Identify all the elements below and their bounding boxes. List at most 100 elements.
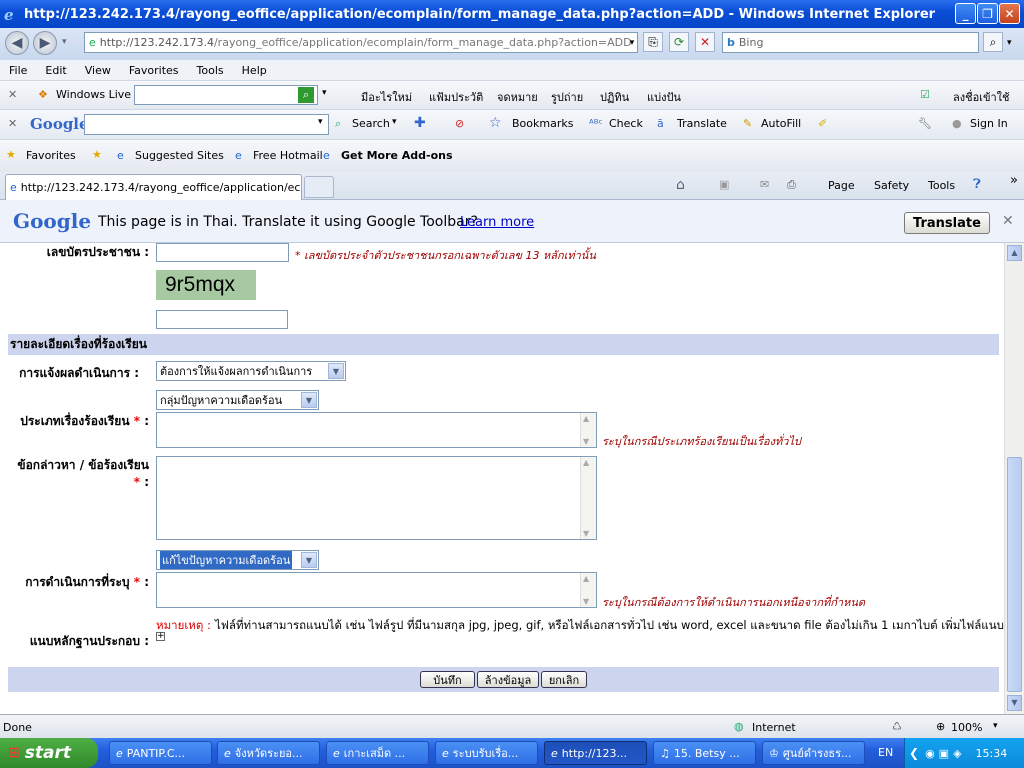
translate-toolbar-button[interactable]: Translate (677, 117, 727, 130)
search-input[interactable]: b Bing (722, 32, 979, 53)
wrench-icon[interactable]: 🔧︎ (918, 117, 932, 130)
menu-view[interactable]: View (76, 64, 120, 77)
textarea-scrollbar[interactable]: ▲ ▼ (580, 573, 596, 607)
chevron-more-icon[interactable]: » (1010, 173, 1018, 188)
print-icon[interactable]: ⎙ (787, 178, 796, 192)
zoom-dropdown-icon[interactable]: ▾ (993, 721, 998, 731)
check-button[interactable]: Check (609, 117, 643, 130)
task-pantip[interactable]: e PANTIP.C... (109, 741, 212, 765)
id-input[interactable] (156, 243, 289, 262)
fav-suggested-sites[interactable]: Suggested Sites (135, 149, 224, 162)
expand-attach-icon[interactable]: + (156, 632, 165, 641)
task-betsy[interactable]: ♫ 15. Betsy ... (653, 741, 756, 765)
menu-tools[interactable]: Tools (188, 64, 233, 77)
live-search-dropdown-icon[interactable]: ▾ (322, 88, 327, 98)
windows-live-brand[interactable]: Windows Live (56, 88, 131, 101)
search-options-icon[interactable]: ▾ (1007, 38, 1012, 48)
translate-button[interactable]: Translate (904, 212, 990, 234)
live-link-whatsnew[interactable]: มีอะไรใหม่ (361, 88, 412, 106)
scroll-up-icon[interactable]: ▲ (1007, 245, 1022, 261)
tray-expand-icon[interactable]: ❮ (909, 746, 919, 760)
learn-more-link[interactable]: Learn more (460, 215, 534, 230)
live-link-profile[interactable]: แฟ้มประวัติ (429, 88, 483, 106)
cancel-button[interactable]: ยกเลิก (541, 671, 587, 688)
new-tab-button[interactable] (304, 176, 334, 198)
notify-select[interactable]: ต้องการให้แจ้งผลการดำเนินการ ▼ (156, 361, 346, 381)
history-dropdown-icon[interactable]: ▾ (62, 37, 67, 47)
forward-button[interactable]: ▶ (33, 31, 57, 55)
language-indicator[interactable]: EN (878, 746, 893, 759)
tray-network-icon[interactable]: ▣ (939, 747, 949, 760)
mail-icon[interactable]: ✉ (760, 178, 769, 191)
textarea-scrollbar[interactable]: ▲ ▼ (580, 413, 596, 447)
compat-view-icon[interactable]: ⎘ (643, 32, 663, 52)
autofill-button[interactable]: AutoFill (761, 117, 801, 130)
close-button[interactable]: ✕ (999, 3, 1020, 24)
live-link-mail[interactable]: จดหมาย (497, 88, 538, 106)
protected-mode-icon[interactable]: ♺ (892, 720, 902, 733)
scroll-down-icon[interactable]: ▼ (1007, 695, 1022, 711)
restore-button[interactable]: ❐ (977, 3, 998, 24)
live-search-icon[interactable]: ⌕ (298, 87, 314, 103)
favorites-button[interactable]: Favorites (26, 149, 76, 162)
help-icon[interactable]: ❓︎ (973, 177, 981, 192)
google-search-dropdown-icon[interactable]: ▾ (318, 117, 323, 127)
tray-volume-icon[interactable]: ◈ (953, 747, 961, 760)
live-link-photos[interactable]: รูปถ่าย (551, 88, 583, 106)
live-link-calendar[interactable]: ปฏิทิน (600, 88, 629, 106)
bookmarks-button[interactable]: Bookmarks (512, 117, 573, 130)
popup-blocker-icon[interactable]: ⊘ (455, 117, 464, 130)
action-select[interactable]: แก้ไขปัญหาความเดือดร้อน ▼ (156, 550, 319, 570)
plus-icon[interactable]: ✚ (414, 115, 426, 131)
clear-button[interactable]: ล้างข้อมูล (477, 671, 539, 688)
page-scrollbar[interactable]: ▲ ▼ (1004, 243, 1024, 714)
task-samet[interactable]: e เกาะเสม็ด ... (326, 741, 429, 765)
page-menu[interactable]: Page (828, 179, 855, 192)
live-link-share[interactable]: แบ่งปัน (647, 88, 681, 106)
action-textarea[interactable]: ▲ ▼ (156, 572, 597, 608)
checkbox-icon[interactable]: ☑ (920, 88, 930, 101)
textarea-scrollbar[interactable]: ▲ ▼ (580, 457, 596, 539)
captcha-input[interactable] (156, 310, 288, 329)
back-button[interactable]: ◀ (5, 31, 29, 55)
tools-menu[interactable]: Tools (928, 179, 955, 192)
fav-free-hotmail[interactable]: Free Hotmail (253, 149, 323, 162)
add-favorite-icon[interactable]: ★ (92, 148, 102, 161)
search-icon[interactable]: ⌕ (983, 32, 1003, 52)
feeds-icon[interactable]: ▣ (719, 178, 729, 191)
menu-help[interactable]: Help (233, 64, 276, 77)
fav-get-more-addons[interactable]: Get More Add-ons (341, 149, 453, 162)
tray-app-icon[interactable]: ◉ (925, 747, 935, 760)
zoom-level[interactable]: 100% (951, 721, 982, 734)
close-google-toolbar-icon[interactable]: ✕ (8, 117, 17, 130)
address-bar[interactable]: e http://123.242.173.4/rayong_eoffice/ap… (84, 32, 638, 53)
save-button[interactable]: บันทึก (420, 671, 475, 688)
highlighter-icon[interactable]: ✐ (818, 117, 827, 130)
safety-menu[interactable]: Safety (874, 179, 909, 192)
type-textarea[interactable]: ▲ ▼ (156, 412, 597, 448)
task-rayong[interactable]: e จังหวัดระยอ... (217, 741, 320, 765)
category-select[interactable]: กลุ่มปัญหาความเดือดร้อน ▼ (156, 390, 319, 410)
task-current-ie[interactable]: e http://123... (544, 741, 647, 765)
detail-textarea[interactable]: ▲ ▼ (156, 456, 597, 540)
google-search-input[interactable] (84, 114, 329, 135)
home-icon[interactable]: ⌂ (676, 177, 685, 193)
minimize-button[interactable]: _ (955, 3, 976, 24)
menu-edit[interactable]: Edit (36, 64, 75, 77)
task-system[interactable]: e ระบบรับเรื่อ... (435, 741, 538, 765)
stop-icon[interactable]: ✕ (695, 32, 715, 52)
start-button[interactable]: ⊞ start (0, 738, 98, 768)
address-dropdown-icon[interactable]: ▾ (622, 33, 642, 53)
refresh-icon[interactable]: ⟳ (669, 32, 689, 52)
google-signin[interactable]: Sign In (970, 117, 1008, 130)
menu-favorites[interactable]: Favorites (120, 64, 188, 77)
task-center[interactable]: ♔ ศูนย์ดำรงธร... (762, 741, 865, 765)
close-translate-bar-icon[interactable]: ✕ (1002, 213, 1014, 229)
close-toolbar-icon[interactable]: ✕ (8, 88, 17, 101)
live-signin[interactable]: ลงชื่อเข้าใช้ (953, 88, 1009, 106)
tab-current[interactable]: e http://123.242.173.4/rayong_eoffice/ap… (5, 174, 302, 200)
menu-file[interactable]: File (0, 64, 36, 77)
google-search-button[interactable]: Search (352, 117, 390, 130)
search-dropdown-icon[interactable]: ▾ (392, 117, 397, 127)
scroll-thumb[interactable] (1007, 457, 1022, 692)
